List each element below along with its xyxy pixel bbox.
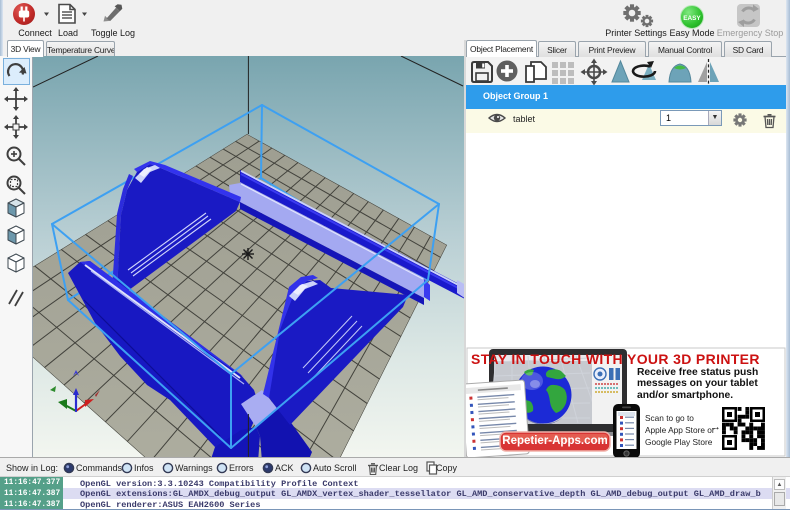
svg-text:EASY: EASY [683, 15, 701, 22]
